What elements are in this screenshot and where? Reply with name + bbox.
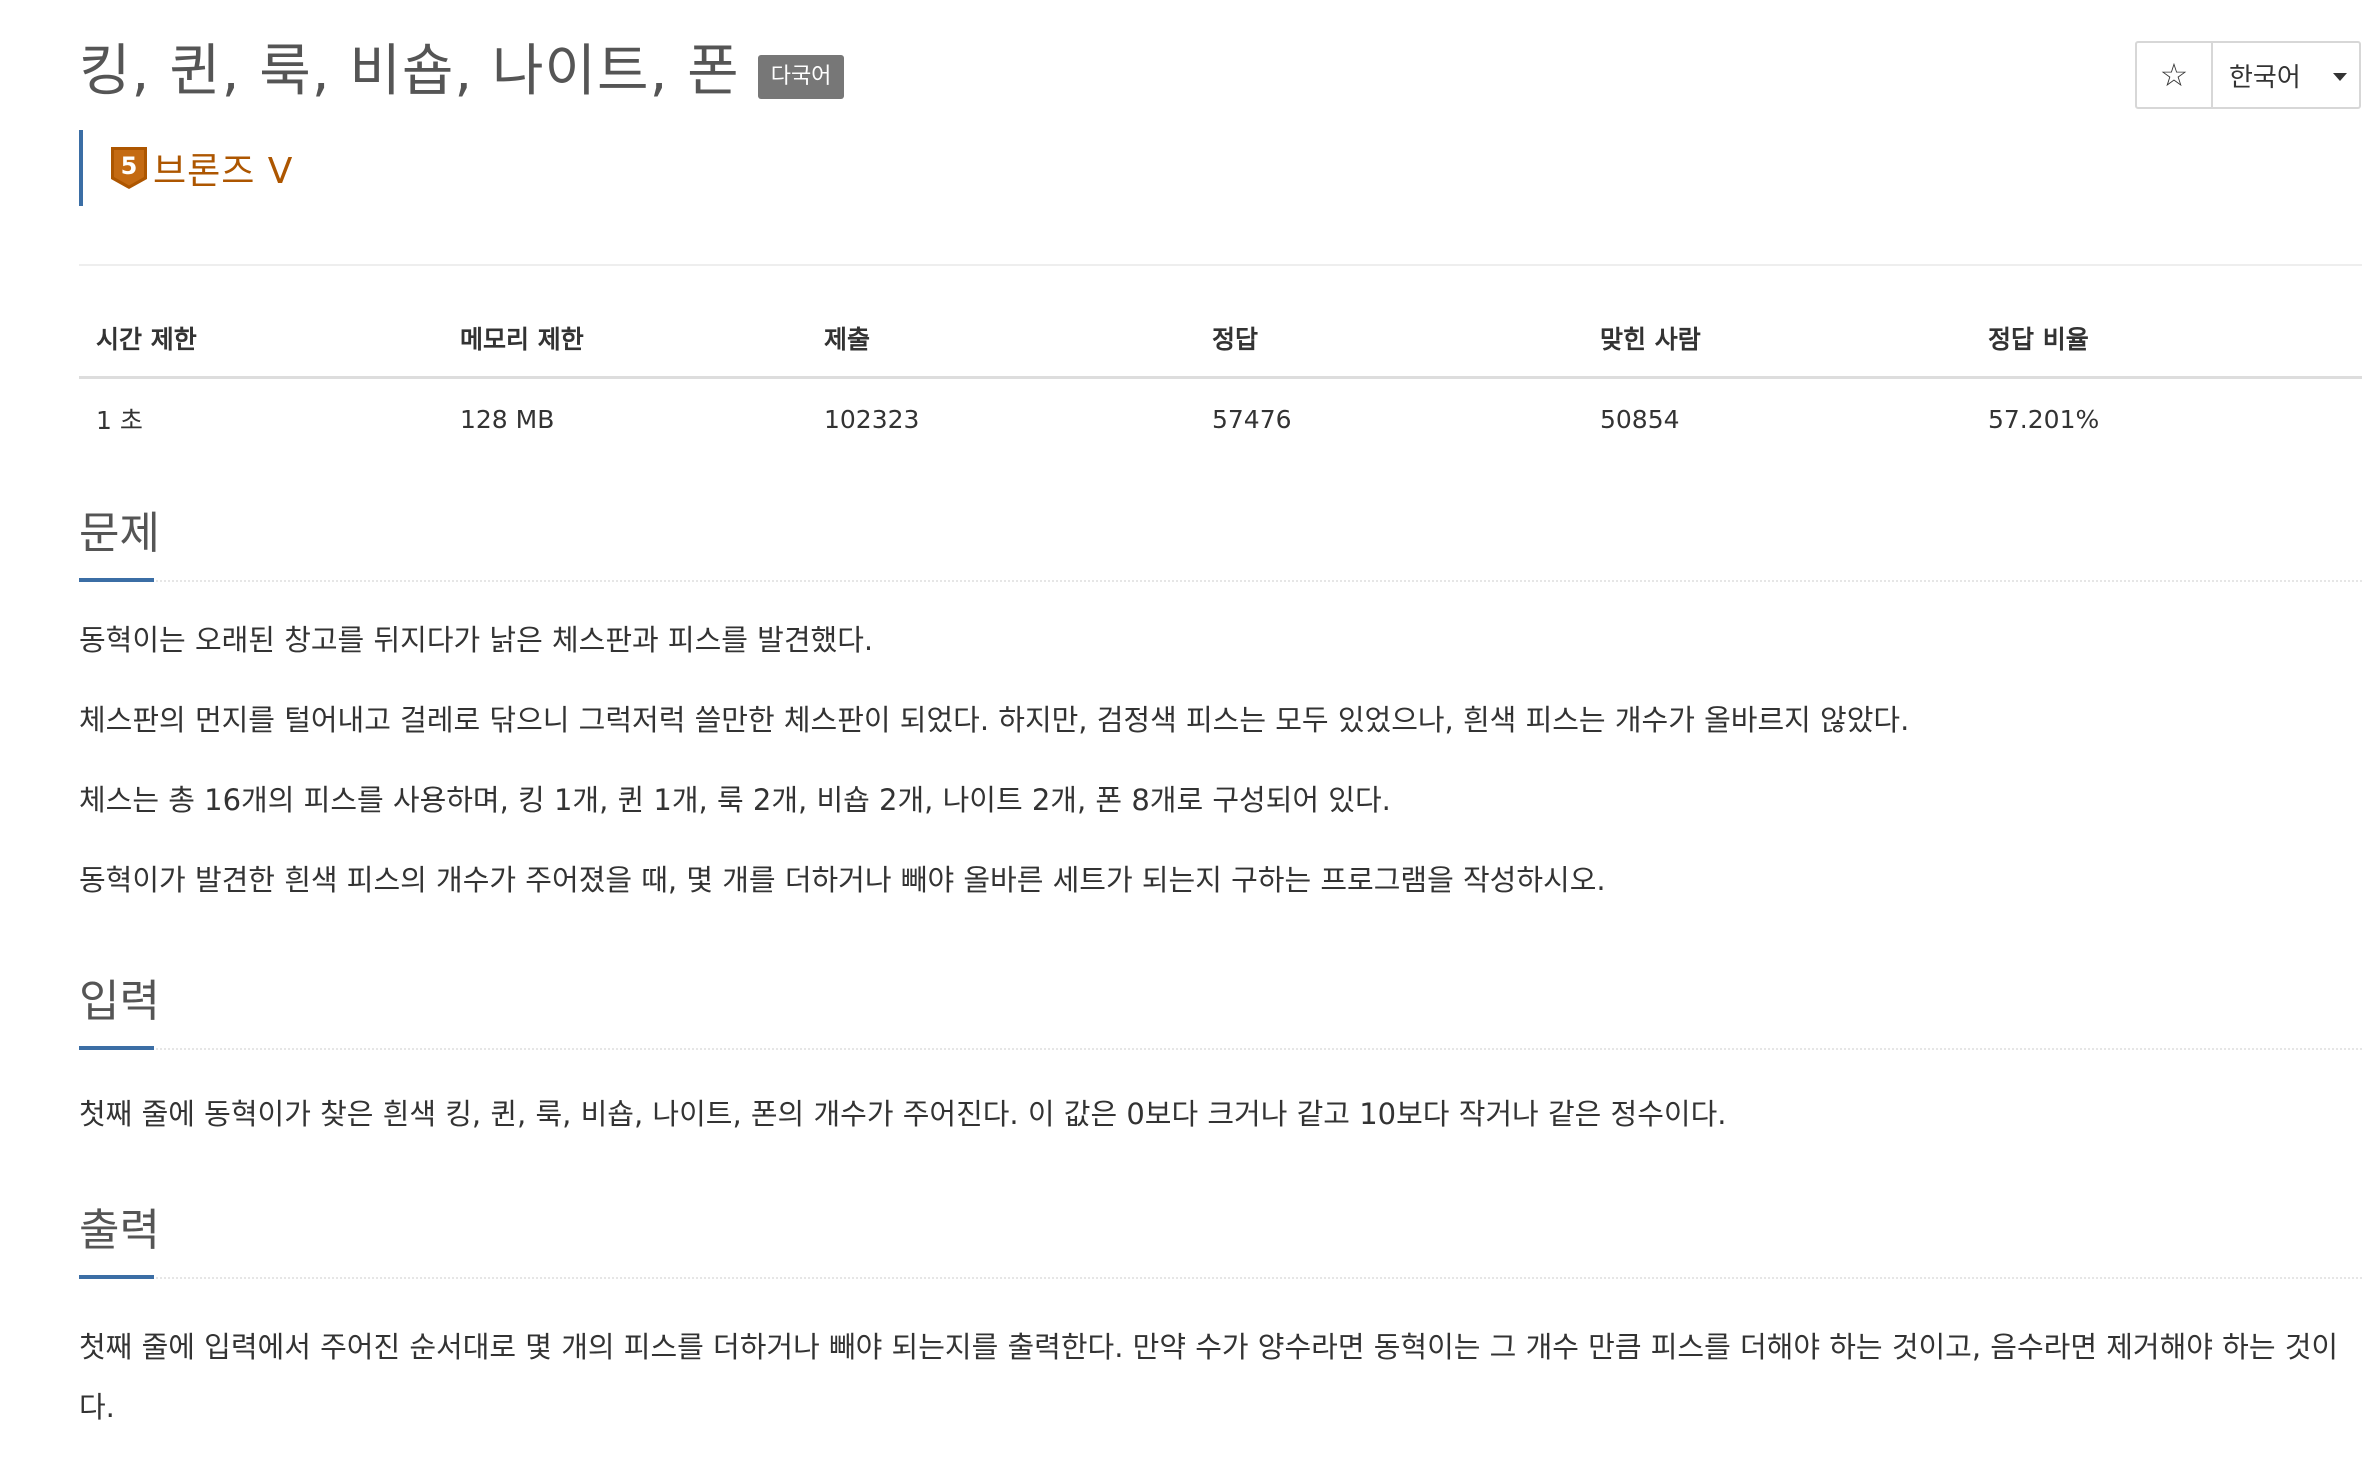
output-body: 첫째 줄에 입력에서 주어진 순서대로 몇 개의 피스를 더하거나 빼야 되는지… xyxy=(79,1317,2362,1437)
language-select[interactable]: 한국어 xyxy=(2213,43,2359,107)
section-head-description: 문제 xyxy=(79,500,2362,582)
output-paragraph: 첫째 줄에 입력에서 주어진 순서대로 몇 개의 피스를 더하거나 빼야 되는지… xyxy=(79,1330,2339,1424)
title-row: 킹, 퀸, 룩, 비숍, 나이트, 폰 다국어 xyxy=(79,30,845,114)
section-underline xyxy=(79,1046,154,1050)
section-head-input: 입력 xyxy=(79,968,2362,1050)
tier-label[interactable]: 브론즈 V xyxy=(153,142,293,194)
info-accepted: 57476 xyxy=(1212,404,1292,434)
info-value-row: 1 초 128 MB 102323 57476 50854 57.201% xyxy=(79,378,2362,460)
section-underline xyxy=(79,578,154,582)
bronze-tier-5-icon: 5 xyxy=(111,147,147,189)
problem-title: 킹, 퀸, 룩, 비숍, 나이트, 폰 xyxy=(79,39,740,104)
description-paragraph: 체스판의 먼지를 털어내고 걸레로 닦으니 그럭저럭 쓸만한 체스판이 되었다.… xyxy=(79,703,1910,737)
description-paragraph: 동혁이는 오래된 창고를 뒤지다가 낡은 체스판과 피스를 발견했다. xyxy=(79,623,874,657)
input-body: 첫째 줄에 동혁이가 찾은 흰색 킹, 퀸, 룩, 비숍, 나이트, 폰의 개수… xyxy=(79,1088,2362,1140)
section-head-output: 출력 xyxy=(79,1197,2362,1279)
info-submissions: 102323 xyxy=(824,404,920,434)
description-body: 동혁이는 오래된 창고를 뒤지다가 낡은 체스판과 피스를 발견했다. 체스판의… xyxy=(79,614,2362,906)
info-solved-users: 50854 xyxy=(1600,404,1680,434)
info-header-memory-limit: 메모리 제한 xyxy=(443,300,807,379)
info-header-accepted: 정답 xyxy=(1195,300,1583,379)
problem-toolbar: ☆ 한국어 xyxy=(2135,41,2361,109)
section-output: 출력 첫째 줄에 입력에서 주어진 순서대로 몇 개의 피스를 더하거나 빼야 … xyxy=(79,1197,2362,1437)
section-underline xyxy=(79,1275,154,1279)
multilingual-badge[interactable]: 다국어 xyxy=(757,55,845,99)
info-header-accept-ratio: 정답 비율 xyxy=(1971,300,2362,379)
problem-page: 킹, 퀸, 룩, 비숍, 나이트, 폰 다국어 5 브론즈 V 시간 제한 메모… xyxy=(0,0,2362,1482)
star-icon: ☆ xyxy=(2159,56,2189,94)
section-title-description: 문제 xyxy=(79,508,160,559)
info-header-row: 시간 제한 메모리 제한 제출 정답 맞힌 사람 정답 비율 xyxy=(79,300,2362,379)
section-title-input: 입력 xyxy=(79,976,160,1027)
info-header-submissions: 제출 xyxy=(807,300,1195,379)
caret-down-icon xyxy=(2333,73,2347,81)
info-header-time-limit: 시간 제한 xyxy=(79,300,443,379)
header-divider xyxy=(79,264,2362,266)
section-title-output: 출력 xyxy=(79,1205,160,1256)
language-select-label: 한국어 xyxy=(2229,62,2301,93)
info-memory-limit: 128 MB xyxy=(460,404,555,434)
description-paragraph: 체스는 총 16개의 피스를 사용하며, 킹 1개, 퀸 1개, 룩 2개, 비… xyxy=(79,783,1391,817)
section-description: 문제 동혁이는 오래된 창고를 뒤지다가 낡은 체스판과 피스를 발견했다. 체… xyxy=(79,500,2362,906)
tier-icon-number: 5 xyxy=(121,152,138,180)
description-paragraph: 동혁이가 발견한 흰색 피스의 개수가 주어졌을 때, 몇 개를 더하거나 빼야… xyxy=(79,863,1606,897)
info-accept-ratio: 57.201% xyxy=(1988,404,2100,434)
tier-row: 5 브론즈 V xyxy=(79,130,293,206)
input-paragraph: 첫째 줄에 동혁이가 찾은 흰색 킹, 퀸, 룩, 비숍, 나이트, 폰의 개수… xyxy=(79,1097,1727,1131)
section-input: 입력 첫째 줄에 동혁이가 찾은 흰색 킹, 퀸, 룩, 비숍, 나이트, 폰의… xyxy=(79,968,2362,1140)
favorite-star-button[interactable]: ☆ xyxy=(2137,43,2213,107)
info-header-solved-users: 맞힌 사람 xyxy=(1583,300,1971,379)
problem-info-table: 시간 제한 메모리 제한 제출 정답 맞힌 사람 정답 비율 1 초 128 M… xyxy=(79,300,2362,459)
info-time-limit: 1 초 xyxy=(96,406,143,435)
